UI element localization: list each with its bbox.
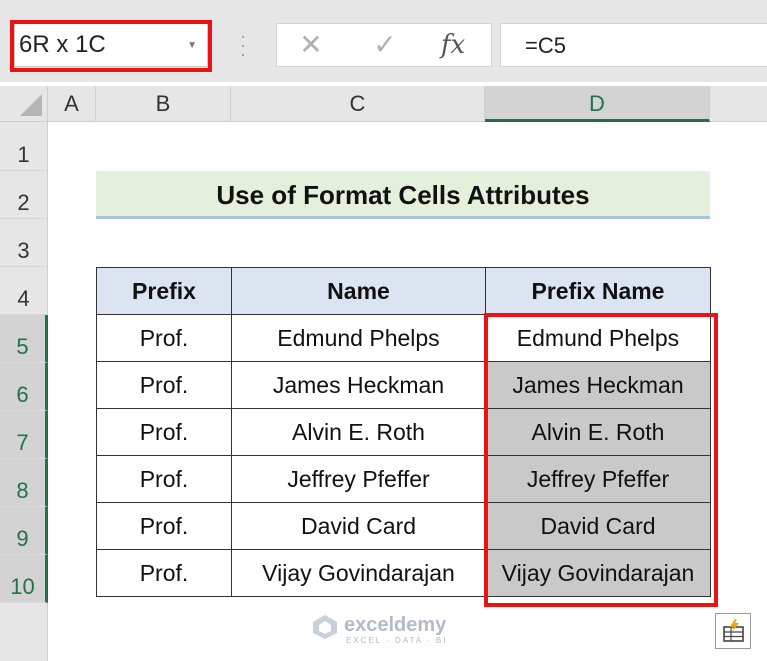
cell-name[interactable]: Edmund Phelps bbox=[231, 314, 486, 362]
row-number: 8 bbox=[16, 478, 29, 503]
cell-name[interactable]: Alvin E. Roth bbox=[231, 408, 486, 456]
cell-prefix-name[interactable]: Alvin E. Roth bbox=[485, 408, 711, 456]
column-header-d[interactable]: D bbox=[485, 86, 710, 122]
row-header-3[interactable]: 3 bbox=[0, 219, 48, 267]
formula-text: =C5 bbox=[525, 33, 566, 58]
row-number: 6 bbox=[16, 382, 29, 407]
formula-buttons: ✕ ✓ fx bbox=[276, 23, 492, 67]
select-all-icon bbox=[20, 94, 42, 116]
quick-analysis-icon bbox=[723, 619, 744, 642]
chevron-down-icon[interactable]: ▼ bbox=[187, 40, 197, 51]
header-name[interactable]: Name bbox=[231, 267, 486, 315]
cell-prefix[interactable]: Prof. bbox=[96, 455, 232, 503]
table-row: Prof. Edmund Phelps Edmund Phelps bbox=[96, 314, 711, 362]
row-header-1[interactable]: 1 bbox=[0, 122, 48, 171]
cell-prefix[interactable]: Prof. bbox=[96, 408, 232, 456]
column-header-a[interactable]: A bbox=[48, 86, 96, 122]
quick-analysis-button[interactable] bbox=[715, 613, 751, 649]
row-number: 7 bbox=[16, 430, 29, 455]
header-prefix[interactable]: Prefix bbox=[96, 267, 232, 315]
row-number: 2 bbox=[17, 190, 30, 215]
row-number: 5 bbox=[16, 334, 29, 359]
grip-icon[interactable]: · · · bbox=[240, 27, 246, 63]
cell-prefix-name[interactable]: Jeffrey Pfeffer bbox=[485, 455, 711, 503]
check-icon[interactable]: ✓ bbox=[367, 30, 403, 60]
select-all-button[interactable] bbox=[0, 86, 48, 122]
cell-name[interactable]: David Card bbox=[231, 502, 486, 550]
row-header-5[interactable]: 5 bbox=[0, 315, 48, 363]
row-header-10[interactable]: 10 bbox=[0, 555, 48, 603]
header-prefix-name[interactable]: Prefix Name bbox=[485, 267, 711, 315]
row-number: 9 bbox=[16, 526, 29, 551]
row-number: 4 bbox=[17, 286, 30, 311]
watermark-tagline: EXCEL · DATA · BI bbox=[346, 636, 448, 645]
watermark-name: exceldemy bbox=[344, 614, 447, 636]
formula-bar-area: 6R x 1C ▼ · · · ✕ ✓ fx =C5 bbox=[0, 0, 767, 82]
cell-name[interactable]: Vijay Govindarajan bbox=[231, 549, 486, 597]
row-number: 10 bbox=[10, 574, 35, 599]
cell-prefix[interactable]: Prof. bbox=[96, 549, 232, 597]
table-row: Prof. James Heckman James Heckman bbox=[96, 361, 711, 409]
cell-prefix[interactable]: Prof. bbox=[96, 361, 232, 409]
table-row: Prof. Vijay Govindarajan Vijay Govindara… bbox=[96, 549, 711, 597]
cell-prefix[interactable]: Prof. bbox=[96, 314, 232, 362]
data-table: Prefix Name Prefix Name Prof. Edmund Phe… bbox=[96, 267, 711, 597]
row-header-6[interactable]: 6 bbox=[0, 363, 48, 411]
title-cell[interactable]: Use of Format Cells Attributes bbox=[96, 171, 710, 219]
formula-input[interactable]: =C5 bbox=[500, 23, 767, 67]
cell-prefix-name[interactable]: James Heckman bbox=[485, 361, 711, 409]
row-header-4[interactable]: 4 bbox=[0, 267, 48, 315]
cell-prefix-name[interactable]: Vijay Govindarajan bbox=[485, 549, 711, 597]
cell-name[interactable]: James Heckman bbox=[231, 361, 486, 409]
column-header-e[interactable] bbox=[710, 86, 767, 122]
row-header-2[interactable]: 2 bbox=[0, 171, 48, 219]
cell-prefix-name[interactable]: David Card bbox=[485, 502, 711, 550]
name-box-value: 6R x 1C bbox=[19, 31, 106, 58]
cell-name[interactable]: Jeffrey Pfeffer bbox=[231, 455, 486, 503]
table-header-row: Prefix Name Prefix Name bbox=[96, 267, 711, 315]
cell-prefix[interactable]: Prof. bbox=[96, 502, 232, 550]
table-row: Prof. David Card David Card bbox=[96, 502, 711, 550]
insert-function-button[interactable]: fx bbox=[435, 30, 471, 60]
exceldemy-logo-icon bbox=[313, 615, 337, 639]
cell-prefix-name[interactable]: Edmund Phelps bbox=[485, 314, 711, 362]
row-header-7[interactable]: 7 bbox=[0, 411, 48, 459]
row-number: 3 bbox=[17, 238, 30, 263]
table-row: Prof. Alvin E. Roth Alvin E. Roth bbox=[96, 408, 711, 456]
row-header-8[interactable]: 8 bbox=[0, 459, 48, 507]
column-header-c[interactable]: C bbox=[231, 86, 485, 122]
row-header-11[interactable] bbox=[0, 603, 48, 661]
x-icon[interactable]: ✕ bbox=[293, 30, 329, 60]
row-number: 1 bbox=[17, 142, 30, 167]
name-box[interactable]: 6R x 1C ▼ bbox=[14, 23, 208, 67]
row-header-9[interactable]: 9 bbox=[0, 507, 48, 555]
table-row: Prof. Jeffrey Pfeffer Jeffrey Pfeffer bbox=[96, 455, 711, 503]
column-header-b[interactable]: B bbox=[96, 86, 231, 122]
worksheet-grid[interactable]: A B C D 1 2 3 4 5 6 7 8 9 10 Use of Form… bbox=[0, 86, 767, 661]
